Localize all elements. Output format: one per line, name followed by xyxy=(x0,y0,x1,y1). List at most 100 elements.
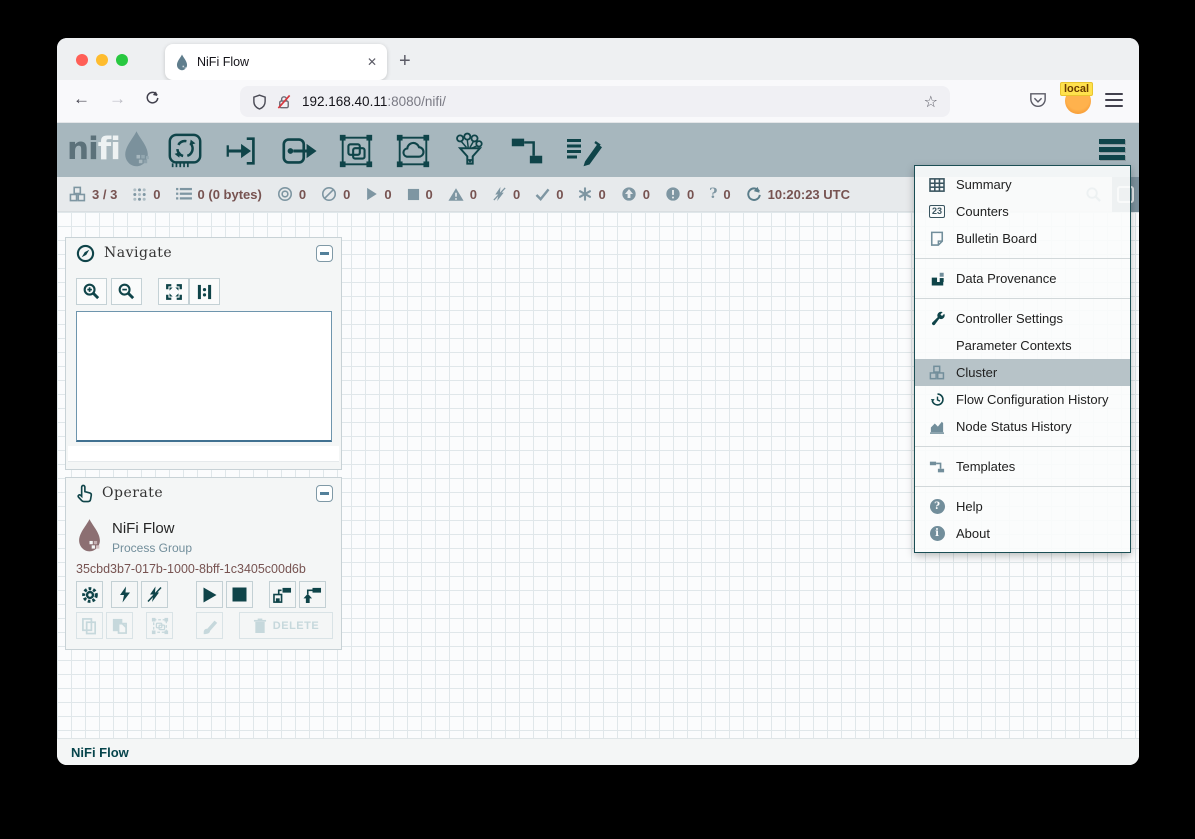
zoom-fit-button[interactable] xyxy=(158,278,189,305)
browser-navbar: ← → 192.168.40.11:8080/nifi/ ☆ local xyxy=(57,80,1139,123)
url-text[interactable]: 192.168.40.11:8080/nifi/ xyxy=(302,94,924,109)
cluster-icon xyxy=(69,186,86,202)
nifi-global-menu-button[interactable] xyxy=(1099,139,1125,161)
exclamation-circle-icon xyxy=(665,186,681,202)
zoom-in-button[interactable] xyxy=(76,278,107,305)
create-template-button[interactable] xyxy=(269,581,296,608)
template-component-icon[interactable] xyxy=(507,131,547,171)
group-button[interactable] xyxy=(146,612,173,639)
reload-button[interactable] xyxy=(145,90,160,105)
shield-icon[interactable] xyxy=(252,94,267,110)
operate-header: Operate xyxy=(66,478,341,508)
profile-container-badge: local xyxy=(1060,82,1093,96)
menu-item-data-provenance[interactable]: Data Provenance xyxy=(915,265,1130,292)
status-refresh: 10:20:23 UTC xyxy=(746,186,850,202)
component-toolbar xyxy=(165,130,604,172)
funnel-component-icon[interactable] xyxy=(450,131,490,171)
zoom-out-button[interactable] xyxy=(111,278,142,305)
bookmark-star-icon[interactable]: ☆ xyxy=(924,92,938,112)
birdseye-brush[interactable] xyxy=(68,446,339,462)
menu-item-controller-settings[interactable]: Controller Settings xyxy=(915,305,1130,332)
process-group-component-icon[interactable] xyxy=(336,131,376,171)
process-group-drop-icon xyxy=(76,518,103,553)
navigate-collapse-button[interactable] xyxy=(316,245,333,262)
transmitting-icon xyxy=(277,186,293,202)
new-tab-button[interactable]: + xyxy=(399,46,411,76)
paste-icon xyxy=(111,617,128,635)
menu-item-parameter-contexts[interactable]: Parameter Contexts xyxy=(915,332,1130,359)
tab-favicon-nifi-drop-icon xyxy=(175,54,189,71)
zoom-actual-size-button[interactable] xyxy=(189,278,220,305)
status-connected-nodes: 3 / 3 xyxy=(69,186,117,202)
browser-menu-icon[interactable] xyxy=(1105,93,1123,107)
breadcrumb[interactable]: NiFi Flow xyxy=(71,745,129,760)
operate-title: Operate xyxy=(102,485,163,501)
configuration-button[interactable] xyxy=(76,581,103,608)
start-button[interactable] xyxy=(196,581,223,608)
enable-button[interactable] xyxy=(111,581,138,608)
menu-item-flow-configuration-history[interactable]: Flow Configuration History xyxy=(915,386,1130,413)
paste-button[interactable] xyxy=(106,612,133,639)
menu-separator xyxy=(915,258,1130,259)
check-icon xyxy=(535,188,550,201)
url-path: :8080/nifi/ xyxy=(387,94,446,109)
status-sync-failure: ? 0 xyxy=(709,186,730,202)
birdseye-view[interactable] xyxy=(76,311,332,442)
navigate-palette: Navigate xyxy=(65,237,342,470)
menu-item-counters[interactable]: 23 Counters xyxy=(915,198,1130,225)
operate-collapse-button[interactable] xyxy=(316,485,333,502)
templates-icon xyxy=(927,459,947,475)
menu-item-node-status-history[interactable]: Node Status History xyxy=(915,413,1130,440)
copy-icon xyxy=(81,617,98,635)
status-disabled: 0 xyxy=(492,186,520,202)
trash-icon xyxy=(253,618,267,634)
menu-item-help[interactable]: ? Help xyxy=(915,493,1130,520)
stop-icon xyxy=(232,587,247,602)
disabled-lightning-icon xyxy=(492,186,507,202)
counters-icon: 23 xyxy=(927,205,947,218)
question-icon: ? xyxy=(709,186,717,202)
copy-button[interactable] xyxy=(76,612,103,639)
hand-pointer-icon xyxy=(76,484,93,503)
forward-button[interactable]: → xyxy=(109,89,126,109)
browser-tab[interactable]: NiFi Flow ✕ xyxy=(165,44,387,80)
menu-item-bulletin-board[interactable]: Bulletin Board xyxy=(915,225,1130,252)
stop-button[interactable] xyxy=(226,581,253,608)
status-locally-modified: 0 xyxy=(578,187,605,202)
traffic-light-close-button[interactable] xyxy=(76,54,88,66)
url-bar[interactable]: 192.168.40.11:8080/nifi/ ☆ xyxy=(240,86,950,117)
navigate-header: Navigate xyxy=(66,238,341,268)
selected-component-type: Process Group xyxy=(112,541,192,555)
tab-close-icon[interactable]: ✕ xyxy=(367,55,377,69)
output-port-component-icon[interactable] xyxy=(279,131,319,171)
nifi-logo: nifi xyxy=(67,130,151,168)
disable-button[interactable] xyxy=(141,581,168,608)
back-button[interactable]: ← xyxy=(73,89,90,109)
breadcrumb-bar: NiFi Flow xyxy=(57,738,1139,765)
menu-separator xyxy=(915,486,1130,487)
pocket-icon[interactable] xyxy=(1029,92,1047,109)
label-component-icon[interactable] xyxy=(564,131,604,171)
remote-process-group-component-icon[interactable] xyxy=(393,131,433,171)
refresh-icon[interactable] xyxy=(746,186,762,202)
traffic-light-minimize-button[interactable] xyxy=(96,54,108,66)
not-transmitting-icon xyxy=(321,186,337,202)
menu-item-cluster[interactable]: Cluster xyxy=(915,359,1130,386)
menu-separator xyxy=(915,298,1130,299)
fill-color-button[interactable] xyxy=(196,612,223,639)
menu-item-summary[interactable]: Summary xyxy=(915,171,1130,198)
nifi-logo-text-fi: fi xyxy=(98,130,120,168)
compass-icon xyxy=(76,244,95,263)
insecure-lock-icon[interactable] xyxy=(276,94,292,110)
input-port-component-icon[interactable] xyxy=(222,131,262,171)
upload-template-button[interactable] xyxy=(299,581,326,608)
menu-item-about[interactable]: i About xyxy=(915,520,1130,547)
status-invalid: 0 xyxy=(448,187,477,202)
navigate-toolbar xyxy=(76,278,224,305)
brush-icon xyxy=(201,617,219,635)
processor-component-icon[interactable] xyxy=(165,131,205,171)
delete-button[interactable]: DELETE xyxy=(239,612,333,639)
traffic-light-zoom-button[interactable] xyxy=(116,54,128,66)
status-queued: 0 (0 bytes) xyxy=(176,187,262,202)
menu-item-templates[interactable]: Templates xyxy=(915,453,1130,480)
